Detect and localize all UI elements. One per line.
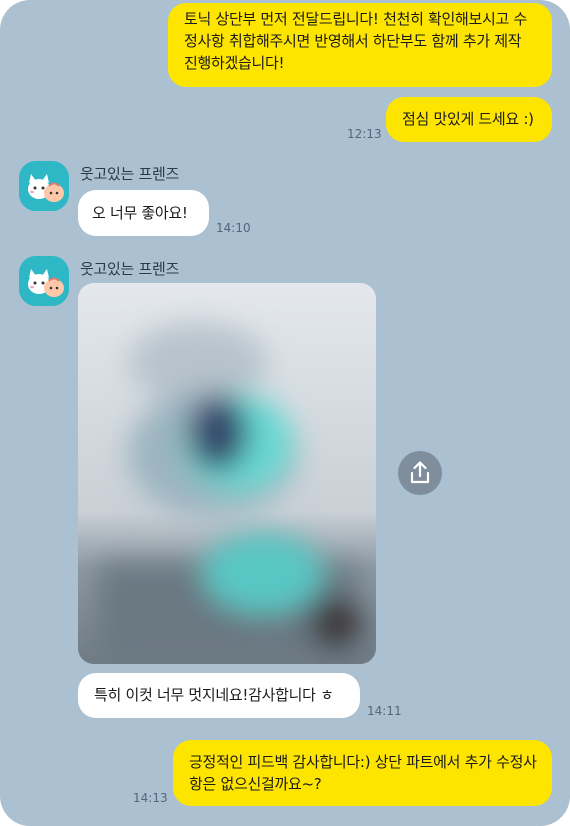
upload-share-icon (410, 461, 430, 484)
chat-window: 토닉 상단부 먼저 전달드립니다! 천천히 확인해보시고 수정사항 취합해주시면… (0, 0, 570, 826)
friend-message-bubble[interactable]: 오 너무 좋아요! (78, 190, 209, 236)
blurred-photo-image (78, 283, 376, 664)
kakao-friends-avatar-icon (19, 161, 69, 211)
message-text: 점심 맛있게 드세요 :) (402, 110, 534, 128)
message-text: 토닉 상단부 먼저 전달드립니다! 천천히 확인해보시고 수정사항 취합해주시면… (184, 10, 528, 72)
sender-name: 웃고있는 프렌즈 (80, 260, 179, 278)
message-text: 오 너무 좋아요! (92, 204, 188, 222)
message-text: 긍정적인 피드백 감사합니다:) 상단 파트에서 추가 수정사항은 없으신걸까요… (189, 753, 537, 793)
my-message-bubble[interactable]: 긍정적인 피드백 감사합니다:) 상단 파트에서 추가 수정사항은 없으신걸까요… (173, 740, 552, 806)
share-button[interactable] (398, 451, 442, 495)
message-time: 14:10 (216, 221, 251, 235)
friend-avatar[interactable] (19, 256, 69, 306)
friend-avatar[interactable] (19, 161, 69, 211)
message-time: 12:13 (347, 127, 382, 141)
message-time: 14:11 (367, 704, 402, 718)
my-message-bubble[interactable]: 점심 맛있게 드세요 :) (386, 97, 552, 142)
friend-message-bubble[interactable]: 특히 이컷 너무 멋지네요!감사합니다 ㅎ (78, 673, 360, 718)
sender-name: 웃고있는 프렌즈 (80, 165, 179, 183)
kakao-friends-avatar-icon (19, 256, 69, 306)
message-time: 14:13 (133, 791, 168, 805)
shared-photo[interactable] (78, 283, 376, 664)
my-message-bubble[interactable]: 토닉 상단부 먼저 전달드립니다! 천천히 확인해보시고 수정사항 취합해주시면… (168, 3, 552, 87)
message-text: 특히 이컷 너무 멋지네요!감사합니다 ㅎ (94, 686, 334, 704)
